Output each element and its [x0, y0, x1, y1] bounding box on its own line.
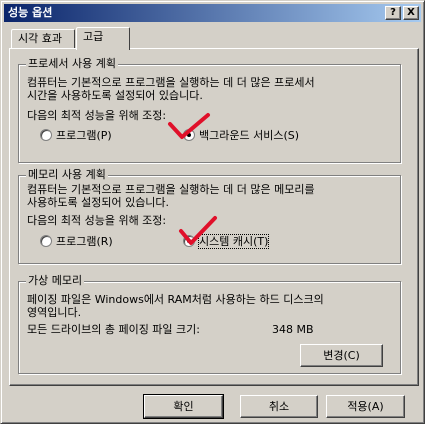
- processor-description-line1: 컴퓨터는 기본적으로 프로그램을 실행하는 데 더 많은 프로세서: [27, 76, 315, 89]
- group-legend: 프로세서 사용 계획: [26, 57, 118, 71]
- tab-visual-effects[interactable]: 시각 효과: [11, 29, 75, 49]
- change-button[interactable]: 변경(C): [300, 344, 383, 367]
- memory-description-line2: 사용하도록 설정되어 있습니다.: [27, 196, 170, 209]
- virtual-memory-description-line2: 영역입니다.: [27, 306, 82, 319]
- processor-description-line2: 시간을 사용하도록 설정되어 있습니다.: [27, 89, 203, 102]
- tab-label: 고급: [83, 30, 104, 43]
- cancel-button[interactable]: 취소: [240, 395, 318, 418]
- paging-file-total-value: 348 MB: [272, 323, 314, 336]
- memory-programs-label[interactable]: 프로그램(R): [56, 235, 113, 248]
- group-legend: 가상 메모리: [26, 274, 85, 288]
- processor-adjust-label: 다음의 최적 성능을 위해 조정:: [27, 109, 167, 122]
- tab-strip: 시각 효과 고급: [9, 27, 419, 50]
- memory-description-line1: 컴퓨터는 기본적으로 프로그램을 실행하는 데 더 많은 메모리를: [27, 183, 315, 196]
- ok-button[interactable]: 확인: [143, 394, 224, 419]
- group-legend: 메모리 사용 계획: [26, 168, 108, 182]
- apply-button[interactable]: 적용(A): [326, 395, 405, 418]
- processor-programs-label[interactable]: 프로그램(P): [56, 129, 112, 142]
- processor-background-services-label[interactable]: 백그라운드 서비스(S): [199, 129, 299, 142]
- window-title: 성능 옵션: [8, 6, 53, 19]
- memory-programs-radio[interactable]: [40, 235, 52, 247]
- tab-label: 시각 효과: [18, 32, 62, 45]
- tab-advanced[interactable]: 고급: [76, 27, 130, 50]
- virtual-memory-group: 가상 메모리 페이징 파일은 Windows에서 RAM처럼 사용하는 하드 디…: [18, 274, 401, 374]
- performance-options-dialog: 성능 옵션 ? X 시각 효과 고급 프로세서 사용 계획 컴퓨터는 기본적으로…: [0, 0, 425, 424]
- virtual-memory-description-line1: 페이징 파일은 Windows에서 RAM처럼 사용하는 하드 디스크의: [27, 293, 324, 306]
- processor-programs-radio[interactable]: [40, 129, 52, 141]
- help-button[interactable]: ?: [385, 6, 401, 20]
- paging-file-total-label: 모든 드라이브의 총 페이징 파일 크기:: [27, 323, 200, 336]
- close-button[interactable]: X: [403, 6, 419, 20]
- memory-adjust-label: 다음의 최적 성능을 위해 조정:: [27, 214, 167, 227]
- red-checkmark-annotation: [179, 216, 217, 245]
- red-checkmark-annotation: [168, 113, 210, 139]
- title-bar: 성능 옵션: [4, 4, 421, 22]
